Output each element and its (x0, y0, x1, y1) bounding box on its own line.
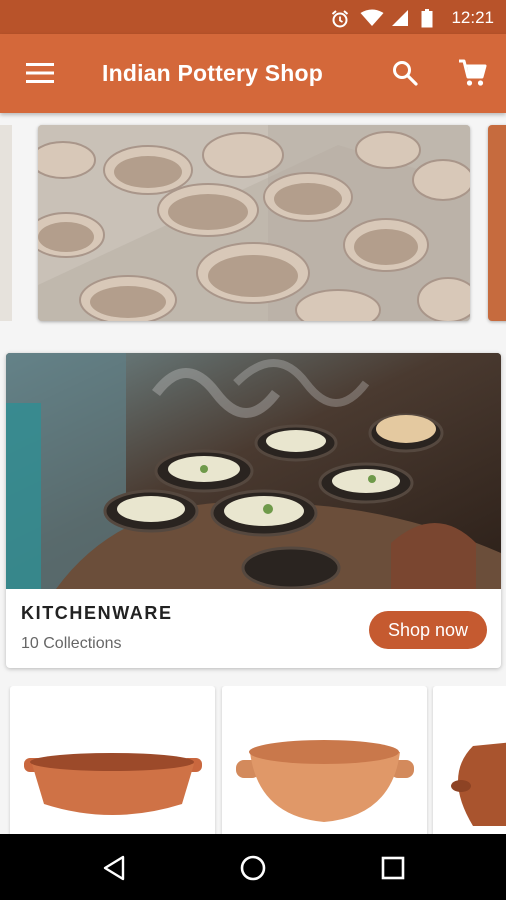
product-card[interactable] (433, 686, 506, 834)
clay-kadai-image (236, 740, 414, 822)
carousel-image-clay-cups[interactable] (38, 125, 470, 321)
menu-icon[interactable] (23, 56, 57, 90)
carousel-image-previous[interactable] (0, 125, 12, 321)
category-name: KITCHENWARE (21, 603, 173, 623)
signal-icon (391, 9, 409, 32)
wifi-icon (360, 9, 384, 32)
product-card[interactable] (222, 686, 427, 834)
product-strip[interactable] (0, 686, 506, 834)
category-card-kitchenware[interactable]: KITCHENWARE 10 Collections Shop now (6, 353, 501, 668)
shop-now-button[interactable]: Shop now (369, 611, 487, 649)
back-icon[interactable] (96, 850, 132, 886)
battery-icon (421, 9, 433, 33)
status-bar: 12:21 (0, 0, 506, 34)
recents-icon[interactable] (375, 850, 411, 886)
banner-carousel[interactable] (0, 113, 506, 335)
status-time: 12:21 (451, 8, 494, 27)
cart-icon[interactable] (455, 56, 489, 90)
home-icon[interactable] (235, 850, 271, 886)
clay-handi-image (451, 742, 506, 826)
search-icon[interactable] (388, 56, 422, 90)
product-card[interactable] (10, 686, 215, 834)
carousel-image-next[interactable] (488, 125, 506, 321)
page-title: Indian Pottery Shop (102, 60, 324, 86)
category-collection-count: 10 Collections (21, 635, 122, 652)
kitchenware-image (6, 353, 501, 589)
system-nav-bar (0, 834, 506, 900)
clay-pot-image (24, 753, 202, 815)
app-bar: Indian Pottery Shop (0, 34, 506, 113)
alarm-icon (330, 9, 350, 34)
